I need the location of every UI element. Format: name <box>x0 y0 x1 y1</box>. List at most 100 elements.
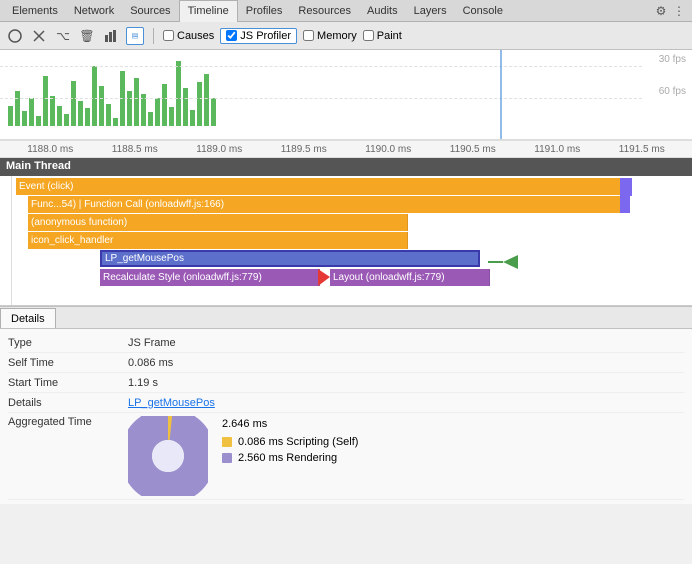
bar <box>64 114 69 126</box>
bar <box>92 66 97 126</box>
tab-layers[interactable]: Layers <box>406 0 455 22</box>
bar <box>99 86 104 126</box>
type-row: Type JS Frame <box>8 333 684 353</box>
type-label: Type <box>8 337 128 349</box>
bar <box>43 76 48 126</box>
tab-profiles[interactable]: Profiles <box>238 0 291 22</box>
fps-30-label: 30 fps <box>659 54 686 65</box>
lp-getmousepos-block[interactable]: LP_getMousePos <box>100 250 480 267</box>
event-click-block[interactable]: Event (click) <box>16 178 632 195</box>
lp-getmousepos-link[interactable]: LP_getMousePos <box>128 397 215 409</box>
icon-handler-block[interactable]: icon_click_handler <box>28 232 408 249</box>
details-table: Type JS Frame Self Time 0.086 ms Start T… <box>0 329 692 504</box>
clear-button[interactable] <box>30 27 48 45</box>
event-blue-tail <box>620 178 632 196</box>
pie-chart <box>128 416 208 496</box>
time-3: 1189.5 ms <box>262 144 347 155</box>
bar <box>22 111 27 126</box>
causes-input[interactable] <box>163 30 174 41</box>
time-0: 1188.0 ms <box>8 144 93 155</box>
self-time-label: Self Time <box>8 357 128 369</box>
bar <box>78 101 83 126</box>
self-time-row: Self Time 0.086 ms <box>8 353 684 373</box>
tab-resources[interactable]: Resources <box>290 0 359 22</box>
flame-chart: Event (click) Func...54) | Function Call… <box>0 176 692 306</box>
bar <box>176 61 181 126</box>
time-ruler: 1188.0 ms 1188.5 ms 1189.0 ms 1189.5 ms … <box>0 140 692 158</box>
layout-block[interactable]: Layout (onloadwff.js:779) <box>330 269 490 286</box>
settings-icon[interactable]: ⚙ <box>652 2 670 20</box>
func-call-block[interactable]: Func...54) | Function Call (onloadwff.js… <box>28 196 630 213</box>
tab-timeline[interactable]: Timeline <box>179 0 238 22</box>
aggregated-time-row: Aggregated Time 2.646 ms <box>8 413 684 500</box>
bar <box>155 98 160 126</box>
tab-audits[interactable]: Audits <box>359 0 406 22</box>
bar <box>106 104 111 126</box>
recalc-style-block[interactable]: Recalculate Style (onloadwff.js:779) <box>100 269 320 286</box>
tab-elements[interactable]: Elements <box>4 0 66 22</box>
bar <box>36 116 41 126</box>
type-value: JS Frame <box>128 337 176 349</box>
flamechart-icon[interactable] <box>126 27 144 45</box>
bar <box>211 98 216 126</box>
bar <box>57 106 62 126</box>
scripting-value: 0.086 ms Scripting (Self) <box>238 436 358 448</box>
timeline-bars <box>0 50 692 130</box>
record-button[interactable] <box>6 27 24 45</box>
start-time-label: Start Time <box>8 377 128 389</box>
time-4: 1190.0 ms <box>346 144 431 155</box>
anon-block[interactable]: (anonymous function) <box>28 214 408 231</box>
details-panel: Details Type JS Frame Self Time 0.086 ms… <box>0 306 692 504</box>
separator-1 <box>153 28 154 44</box>
tab-console[interactable]: Console <box>455 0 511 22</box>
rendering-dot <box>222 453 232 463</box>
fps-60-label: 60 fps <box>659 86 686 97</box>
rendering-value: 2.560 ms Rendering <box>238 452 337 464</box>
js-profiler-label: JS Profiler <box>240 30 291 42</box>
bar <box>204 74 209 126</box>
bar <box>134 78 139 126</box>
memory-checkbox[interactable]: Memory <box>303 30 357 42</box>
bar <box>169 107 174 126</box>
bar <box>183 88 188 126</box>
js-profiler-input[interactable] <box>226 30 237 41</box>
main-thread-label: Main Thread <box>6 160 71 172</box>
memory-label: Memory <box>317 30 357 42</box>
paint-input[interactable] <box>363 30 374 41</box>
bar <box>50 96 55 126</box>
js-profiler-checkbox[interactable]: JS Profiler <box>220 28 297 44</box>
arrow-indicator <box>488 255 518 272</box>
selection-indicator <box>500 50 502 139</box>
tab-network[interactable]: Network <box>66 0 122 22</box>
bar <box>127 91 132 126</box>
bar <box>8 106 13 126</box>
paint-checkbox[interactable]: Paint <box>363 30 402 42</box>
bar <box>71 81 76 126</box>
details-row-label: Details <box>8 397 128 409</box>
more-icon[interactable]: ⋮ <box>670 2 688 20</box>
filter-icon[interactable]: ⌥ <box>54 27 72 45</box>
time-2: 1189.0 ms <box>177 144 262 155</box>
details-tabs: Details <box>0 307 692 329</box>
memory-input[interactable] <box>303 30 314 41</box>
causes-checkbox[interactable]: Causes <box>163 30 214 42</box>
nav-tabs: Elements Network Sources Timeline Profil… <box>0 0 692 22</box>
bar <box>190 110 195 126</box>
time-5: 1190.5 ms <box>431 144 516 155</box>
details-tab[interactable]: Details <box>0 308 56 328</box>
bar <box>162 84 167 126</box>
trash-icon[interactable]: 🗑 <box>78 27 96 45</box>
pie-legend: 2.646 ms 0.086 ms Scripting (Self) 2.560… <box>222 416 358 464</box>
total-time-value: 2.646 ms <box>222 418 358 430</box>
start-time-value: 1.19 s <box>128 377 158 389</box>
time-7: 1191.5 ms <box>600 144 685 155</box>
scripting-legend: 0.086 ms Scripting (Self) <box>222 436 358 448</box>
tab-sources[interactable]: Sources <box>122 0 178 22</box>
start-time-row: Start Time 1.19 s <box>8 373 684 393</box>
left-bar <box>8 176 12 305</box>
rendering-legend: 2.560 ms Rendering <box>222 452 358 464</box>
aggregated-section: 2.646 ms 0.086 ms Scripting (Self) 2.560… <box>128 416 358 496</box>
time-6: 1191.0 ms <box>515 144 600 155</box>
barchart-icon[interactable] <box>102 27 120 45</box>
bar <box>29 98 34 126</box>
